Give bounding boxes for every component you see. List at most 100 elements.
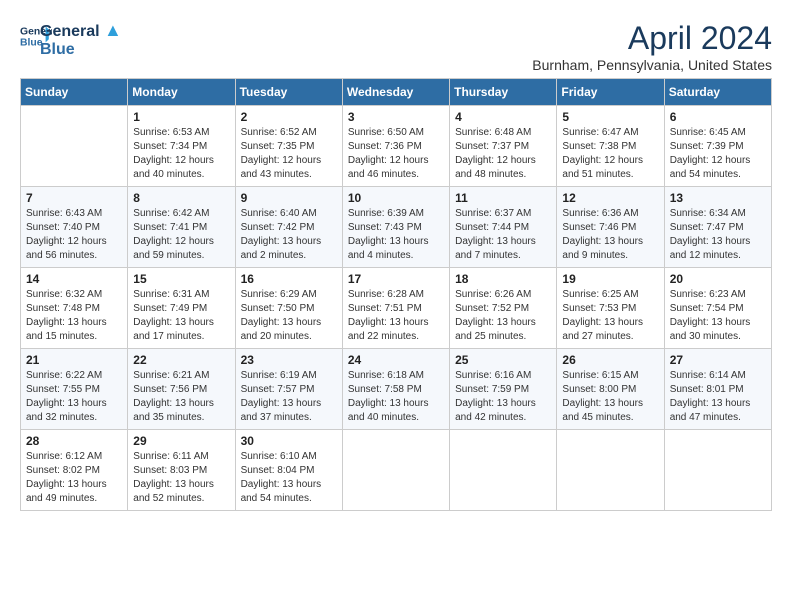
weekday-header-monday: Monday [128,79,235,106]
weekday-header-friday: Friday [557,79,664,106]
day-info: Sunrise: 6:34 AM Sunset: 7:47 PM Dayligh… [670,207,766,263]
day-number: 10 [348,191,444,205]
day-number: 14 [26,272,122,286]
day-info: Sunrise: 6:52 AM Sunset: 7:35 PM Dayligh… [241,126,337,182]
calendar-cell: 4Sunrise: 6:48 AM Sunset: 7:37 PM Daylig… [450,106,557,187]
calendar-cell: 30 Sunrise: 6:10 AM Sunset: 8:04 PM Dayli… [235,430,342,511]
calendar-cell: 21Sunrise: 6:22 AM Sunset: 7:55 PM Dayli… [21,349,128,430]
day-number: 12 [562,191,658,205]
calendar-cell [21,106,128,187]
calendar-cell: 12 Sunrise: 6:36 AM Sunset: 7:46 PM Dayli… [557,187,664,268]
day-number: 13 [670,191,766,205]
day-info: Sunrise: 6:36 AM Sunset: 7:46 PM Dayligh… [562,207,658,263]
calendar-cell [342,430,449,511]
calendar-cell: 16 Sunrise: 6:29 AM Sunset: 7:50 PM Dayli… [235,268,342,349]
day-info: Sunrise: 6:25 AM Sunset: 7:53 PM Dayligh… [562,288,658,344]
day-info: Sunrise: 6:19 AM Sunset: 7:57 PM Dayligh… [241,369,337,425]
calendar-cell: 24 Sunrise: 6:18 AM Sunset: 7:58 PM Dayli… [342,349,449,430]
calendar-cell: 22Sunrise: 6:21 AM Sunset: 7:56 PM Dayli… [128,349,235,430]
day-info: Sunrise: 6:50 AM Sunset: 7:36 PM Dayligh… [348,126,444,182]
day-info: Sunrise: 6:45 AM Sunset: 7:39 PM Dayligh… [670,126,766,182]
calendar-cell: 11 Sunrise: 6:37 AM Sunset: 7:44 PM Dayli… [450,187,557,268]
day-number: 17 [348,272,444,286]
day-number: 6 [670,110,766,124]
day-number: 20 [670,272,766,286]
logo-text-blue: Blue [40,41,140,59]
calendar-cell: 13 Sunrise: 6:34 AM Sunset: 7:47 PM Dayli… [664,187,771,268]
day-info: Sunrise: 6:15 AM Sunset: 8:00 PM Dayligh… [562,369,658,425]
weekday-header-tuesday: Tuesday [235,79,342,106]
day-info: Sunrise: 6:10 AM Sunset: 8:04 PM Dayligh… [241,450,337,506]
calendar-cell: 17 Sunrise: 6:28 AM Sunset: 7:51 PM Dayli… [342,268,449,349]
month-title: April 2024 [532,20,772,57]
calendar-cell [664,430,771,511]
day-info: Sunrise: 6:16 AM Sunset: 7:59 PM Dayligh… [455,369,551,425]
calendar-cell: 26 Sunrise: 6:15 AM Sunset: 8:00 PM Dayli… [557,349,664,430]
weekday-header-saturday: Saturday [664,79,771,106]
calendar-cell: 3 Sunrise: 6:50 AM Sunset: 7:36 PM Daylig… [342,106,449,187]
day-number: 11 [455,191,551,205]
calendar-cell: 29 Sunrise: 6:11 AM Sunset: 8:03 PM Dayli… [128,430,235,511]
day-number: 18 [455,272,551,286]
day-number: 1 [133,110,229,124]
day-number: 28 [26,434,122,448]
calendar-cell: 25 Sunrise: 6:16 AM Sunset: 7:59 PM Dayli… [450,349,557,430]
day-number: 22 [133,353,229,367]
day-number: 30 [241,434,337,448]
day-info: Sunrise: 6:43 AM Sunset: 7:40 PM Dayligh… [26,207,122,263]
calendar-table: SundayMondayTuesdayWednesdayThursdayFrid… [20,78,772,511]
day-info: Sunrise: 6:32 AM Sunset: 7:48 PM Dayligh… [26,288,122,344]
day-number: 23 [241,353,337,367]
logo-text-general: General ▲ [40,21,140,41]
calendar-week-1: 1 Sunrise: 6:53 AM Sunset: 7:34 PM Daylig… [21,106,772,187]
day-info: Sunrise: 6:28 AM Sunset: 7:51 PM Dayligh… [348,288,444,344]
day-number: 15 [133,272,229,286]
day-number: 8 [133,191,229,205]
day-number: 29 [133,434,229,448]
calendar-cell: 2 Sunrise: 6:52 AM Sunset: 7:35 PM Daylig… [235,106,342,187]
calendar-week-3: 14 Sunrise: 6:32 AM Sunset: 7:48 PM Dayli… [21,268,772,349]
calendar-week-5: 28 Sunrise: 6:12 AM Sunset: 8:02 PM Dayli… [21,430,772,511]
day-number: 5 [562,110,658,124]
calendar-cell: 5 Sunrise: 6:47 AM Sunset: 7:38 PM Daylig… [557,106,664,187]
calendar-cell: 28 Sunrise: 6:12 AM Sunset: 8:02 PM Dayli… [21,430,128,511]
calendar-cell [557,430,664,511]
day-info: Sunrise: 6:42 AM Sunset: 7:41 PM Dayligh… [133,207,229,263]
calendar-cell: 14 Sunrise: 6:32 AM Sunset: 7:48 PM Dayli… [21,268,128,349]
day-info: Sunrise: 6:23 AM Sunset: 7:54 PM Dayligh… [670,288,766,344]
calendar-cell: 6 Sunrise: 6:45 AM Sunset: 7:39 PM Daylig… [664,106,771,187]
day-info: Sunrise: 6:18 AM Sunset: 7:58 PM Dayligh… [348,369,444,425]
day-info: Sunrise: 6:26 AM Sunset: 7:52 PM Dayligh… [455,288,551,344]
weekday-header-wednesday: Wednesday [342,79,449,106]
day-info: Sunrise: 6:29 AM Sunset: 7:50 PM Dayligh… [241,288,337,344]
day-info: Sunrise: 6:53 AM Sunset: 7:34 PM Dayligh… [133,126,229,182]
day-info: Sunrise: 6:12 AM Sunset: 8:02 PM Dayligh… [26,450,122,506]
day-number: 3 [348,110,444,124]
calendar-cell: 18 Sunrise: 6:26 AM Sunset: 7:52 PM Dayli… [450,268,557,349]
day-info: Sunrise: 6:40 AM Sunset: 7:42 PM Dayligh… [241,207,337,263]
day-info: Sunrise: 6:31 AM Sunset: 7:49 PM Dayligh… [133,288,229,344]
weekday-header-sunday: Sunday [21,79,128,106]
day-number: 9 [241,191,337,205]
calendar-cell: 19 Sunrise: 6:25 AM Sunset: 7:53 PM Dayli… [557,268,664,349]
day-info: Sunrise: 6:11 AM Sunset: 8:03 PM Dayligh… [133,450,229,506]
calendar-week-2: 7Sunrise: 6:43 AM Sunset: 7:40 PM Daylig… [21,187,772,268]
day-number: 26 [562,353,658,367]
calendar-cell: 20 Sunrise: 6:23 AM Sunset: 7:54 PM Dayli… [664,268,771,349]
calendar-cell: 1 Sunrise: 6:53 AM Sunset: 7:34 PM Daylig… [128,106,235,187]
day-number: 21 [26,353,122,367]
calendar-cell: 9 Sunrise: 6:40 AM Sunset: 7:42 PM Daylig… [235,187,342,268]
calendar-cell: 10Sunrise: 6:39 AM Sunset: 7:43 PM Dayli… [342,187,449,268]
day-number: 24 [348,353,444,367]
day-info: Sunrise: 6:47 AM Sunset: 7:38 PM Dayligh… [562,126,658,182]
day-number: 19 [562,272,658,286]
weekday-header-thursday: Thursday [450,79,557,106]
calendar-cell: 15 Sunrise: 6:31 AM Sunset: 7:49 PM Dayli… [128,268,235,349]
calendar-cell: 8 Sunrise: 6:42 AM Sunset: 7:41 PM Daylig… [128,187,235,268]
calendar-cell: 7Sunrise: 6:43 AM Sunset: 7:40 PM Daylig… [21,187,128,268]
day-number: 16 [241,272,337,286]
day-number: 2 [241,110,337,124]
calendar-cell [450,430,557,511]
day-info: Sunrise: 6:37 AM Sunset: 7:44 PM Dayligh… [455,207,551,263]
day-number: 25 [455,353,551,367]
